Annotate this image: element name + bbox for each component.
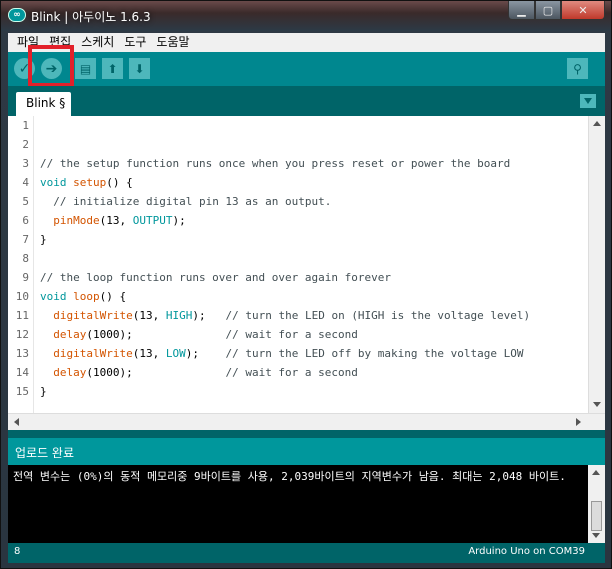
maximize-button[interactable]: ▢ — [535, 1, 561, 20]
console-scroll-thumb[interactable] — [591, 501, 602, 531]
line-number-gutter: 1 2 3 4 5 6 7 8 9 10 11 12 13 14 15 — [8, 116, 34, 413]
code-line[interactable]: delay(1000); // wait for a second — [40, 328, 358, 341]
title-bar: ∞ Blink | 아두이노 1.6.3 ▁ ▢ ✕ — [1, 1, 611, 31]
arrow-down-icon: ⬇ — [134, 61, 145, 76]
minimize-button[interactable]: ▁ — [508, 1, 535, 20]
code-line[interactable]: digitalWrite(13, HIGH); // turn the LED … — [40, 309, 530, 322]
toolbar: ✓ ➔ ▤ ⬆ ⬇ ⚲ — [8, 52, 605, 86]
code-line[interactable]: // initialize digital pin 13 as an outpu… — [40, 195, 331, 208]
scroll-down-icon[interactable] — [593, 402, 601, 407]
code-line[interactable]: // the setup function runs once when you… — [40, 157, 510, 170]
board-port-label: Arduino Uno on COM39 — [468, 546, 585, 557]
line-number: 1 — [22, 119, 29, 132]
arrow-up-icon: ⬆ — [107, 61, 118, 76]
line-number: 15 — [15, 385, 29, 398]
open-sketch-button[interactable]: ⬆ — [102, 58, 123, 79]
window-title: Blink | 아두이노 1.6.3 — [31, 10, 151, 24]
console-scroll-down-icon[interactable] — [592, 533, 600, 538]
serial-monitor-button[interactable]: ⚲ — [567, 58, 588, 79]
line-number: 4 — [22, 176, 29, 189]
console-output: 전역 변수는 (0%)의 동적 메모리중 9바이트를 사용, 2,039바이트의… — [8, 465, 605, 543]
code-line[interactable]: } — [40, 233, 47, 246]
line-number: 8 — [22, 252, 29, 265]
minimize-icon: ▁ — [517, 3, 526, 17]
line-number: 11 — [15, 309, 29, 322]
code-line[interactable]: } — [40, 385, 47, 398]
code-line[interactable]: void loop() { — [40, 290, 126, 303]
code-editor[interactable]: 1 2 3 4 5 6 7 8 9 10 11 12 13 14 15 // the setup funct… — [8, 116, 605, 430]
menu-tools[interactable]: 도구 — [119, 33, 151, 52]
line-number: 12 — [15, 328, 29, 341]
new-document-icon: ▤ — [79, 61, 92, 76]
magnifier-icon: ⚲ — [573, 61, 582, 76]
line-number: 2 — [22, 138, 29, 151]
console-scroll-up-icon[interactable] — [592, 470, 600, 475]
line-number: 9 — [22, 271, 29, 284]
scroll-up-icon[interactable] — [593, 121, 601, 126]
line-number: 6 — [22, 214, 29, 227]
close-icon: ✕ — [578, 3, 588, 17]
editor-vertical-scrollbar[interactable] — [588, 116, 605, 413]
code-line[interactable]: void setup() { — [40, 176, 133, 189]
panel-divider[interactable] — [8, 430, 605, 438]
code-line[interactable]: delay(1000); // wait for a second — [40, 366, 358, 379]
editor-horizontal-scrollbar[interactable] — [8, 413, 605, 430]
maximize-icon: ▢ — [542, 3, 554, 17]
line-number: 7 — [22, 233, 29, 246]
close-button[interactable]: ✕ — [561, 1, 605, 20]
footer-bar: 8 Arduino Uno on COM39 — [8, 543, 605, 563]
line-number: 13 — [15, 347, 29, 360]
line-number: 5 — [22, 195, 29, 208]
tab-blink[interactable]: Blink § — [16, 92, 71, 116]
line-number: 3 — [22, 157, 29, 170]
console-scrollbar[interactable] — [588, 465, 605, 543]
tab-strip: Blink § — [8, 86, 605, 116]
scroll-left-icon[interactable] — [14, 418, 19, 426]
code-line[interactable]: // the loop function runs over and over … — [40, 271, 391, 284]
menu-bar: 파일 편집 스케치 도구 도움말 — [8, 33, 605, 52]
tab-menu-button[interactable] — [580, 94, 596, 108]
ide-window: ∞ Blink | 아두이노 1.6.3 ▁ ▢ ✕ 파일 편집 스케치 도구 … — [0, 0, 612, 569]
status-bar: 업로드 완료 — [8, 438, 605, 465]
current-line-number: 8 — [14, 546, 21, 557]
line-number: 10 — [15, 290, 29, 303]
arduino-logo-icon: ∞ — [8, 8, 26, 22]
status-message: 업로드 완료 — [15, 446, 75, 460]
menu-sketch[interactable]: 스케치 — [76, 33, 119, 52]
window-controls: ▁ ▢ ✕ — [508, 1, 605, 21]
menu-help[interactable]: 도움말 — [151, 33, 194, 52]
console-text: 전역 변수는 (0%)의 동적 메모리중 9바이트를 사용, 2,039바이트의… — [13, 470, 566, 483]
new-sketch-button[interactable]: ▤ — [75, 58, 96, 79]
save-sketch-button[interactable]: ⬇ — [129, 58, 150, 79]
code-line[interactable]: pinMode(13, OUTPUT); — [40, 214, 185, 227]
scroll-right-icon[interactable] — [576, 418, 581, 426]
line-number: 14 — [15, 366, 29, 379]
upload-button-highlight — [28, 45, 74, 87]
code-line[interactable]: digitalWrite(13, LOW); // turn the LED o… — [40, 347, 523, 360]
